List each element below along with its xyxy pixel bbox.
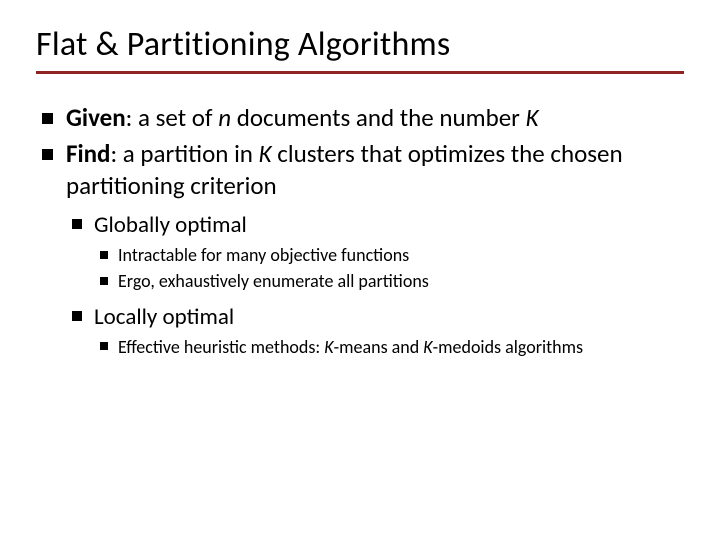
bullet-global: Globally optimal Intractable for many ob… <box>66 210 684 294</box>
given-n: n <box>218 102 231 133</box>
global-sub2: Ergo, exhaustively enumerate all partiti… <box>94 269 684 293</box>
bullet-find: Find: a partition in K clusters that opt… <box>36 138 684 359</box>
bullet-given: Given: a set of n documents and the numb… <box>36 102 684 134</box>
find-label: Find <box>66 138 110 169</box>
local-sub1: Effective heuristic methods: K-means and… <box>94 335 684 359</box>
local-sub1-k2: K <box>423 336 432 358</box>
local-label: Locally optimal <box>94 303 234 331</box>
given-label: Given <box>66 102 126 133</box>
bullet-list-lvl3-global: Intractable for many objective functions… <box>94 243 684 294</box>
bullet-list-lvl1: Given: a set of n documents and the numb… <box>36 102 684 359</box>
slide: Flat & Partitioning Algorithms Given: a … <box>0 0 720 540</box>
local-sub1-a: Effective heuristic methods: <box>118 336 324 358</box>
slide-title: Flat & Partitioning Algorithms <box>36 24 684 74</box>
given-k: K <box>526 102 539 133</box>
local-sub1-k1: K <box>324 336 333 358</box>
local-sub1-b: -means and <box>334 336 424 358</box>
global-sub1: Intractable for many objective functions <box>94 243 684 267</box>
find-k: K <box>259 138 272 169</box>
local-sub1-c: -medoids algorithms <box>433 336 583 358</box>
bullet-local: Locally optimal Effective heuristic meth… <box>66 302 684 359</box>
global-label: Globally optimal <box>94 211 247 239</box>
given-text-b: documents and the number <box>231 102 525 133</box>
bullet-list-lvl3-local: Effective heuristic methods: K-means and… <box>94 335 684 359</box>
bullet-list-lvl2: Globally optimal Intractable for many ob… <box>66 210 684 359</box>
find-text-a: : a partition in <box>110 138 258 169</box>
given-text-a: : a set of <box>126 102 219 133</box>
